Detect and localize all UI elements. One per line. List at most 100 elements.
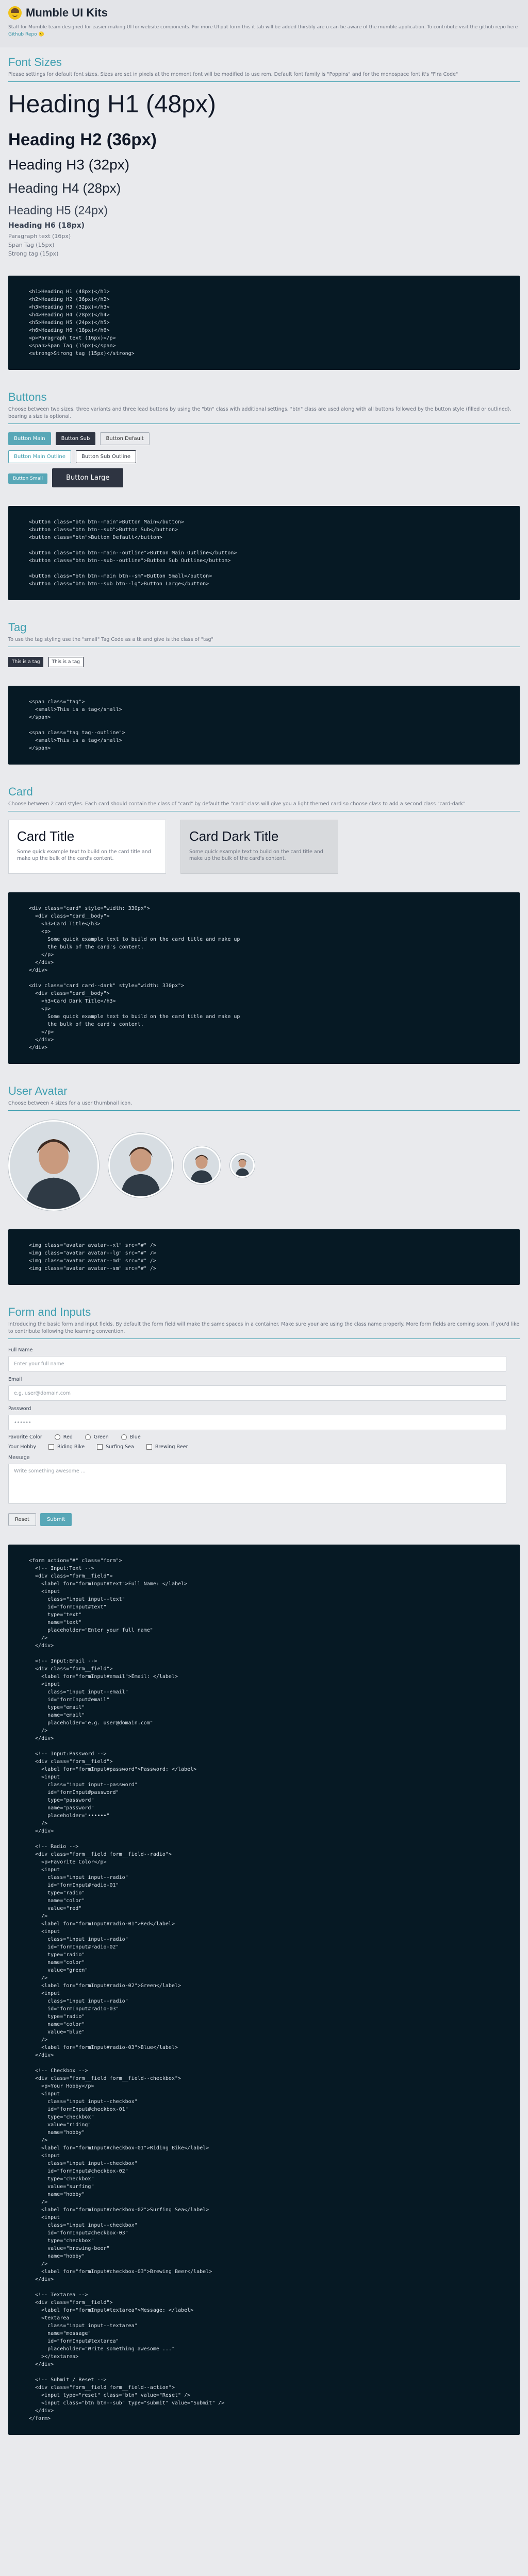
forms-title: Form and Inputs [8,1306,91,1318]
message-label: Message [8,1455,30,1461]
name-input[interactable]: Enter your full name [8,1356,506,1371]
sample-h1: Heading H1 (48px) [8,91,216,118]
button-row-outline: Button Main Outline Button Sub Outline [8,450,520,463]
card-light: Card Title Some quick example text to bu… [8,820,166,874]
card-title: Card [8,785,33,798]
color-radio-group: Favorite Color Red Green Blue [8,1434,520,1440]
page: Mumble UI Kits Staff for Mumble team des… [0,0,528,2455]
checkbox-riding[interactable]: Riding Bike [48,1444,85,1450]
person-icon [10,1122,97,1209]
button-main-outline[interactable]: Button Main Outline [8,450,71,463]
font-sizes-desc: Please settings for default font sizes. … [8,72,458,77]
code-block-fonts: <h1>Heading H1 (48px)</h1> <h2>Heading H… [8,276,520,370]
avatar-lg [108,1133,173,1198]
person-icon [110,1134,172,1196]
github-link[interactable]: Github Repo [8,32,37,37]
submit-button[interactable]: Submit [40,1513,72,1526]
divider [8,81,520,82]
radio-icon[interactable] [54,1434,60,1440]
message-textarea[interactable]: Write something awesome ... [8,1464,506,1504]
reset-button[interactable]: Reset [8,1513,36,1526]
password-label: Password [8,1406,31,1412]
button-sub-outline[interactable]: Button Sub Outline [76,450,137,463]
forms-desc: Introducing the basic form and input fie… [8,1321,520,1334]
card-light-title: Card Title [17,828,75,844]
sample-h3: Heading H3 (32px) [8,157,130,173]
tag-desc: To use the tag styling use the "small" T… [8,637,213,642]
checkbox-icon[interactable] [48,1444,54,1450]
site-title: Mumble UI Kits [26,6,108,19]
email-input[interactable]: e.g. user@domain.com [8,1385,506,1401]
intro-text: Staff for Mumble team designed for easie… [8,24,519,38]
avatar-xl [8,1120,99,1211]
checkbox-brewing-label: Brewing Beer [155,1444,188,1450]
radio-icon[interactable] [121,1434,127,1440]
buttons-title: Buttons [8,391,47,403]
checkbox-brewing[interactable]: Brewing Beer [146,1444,188,1450]
button-default[interactable]: Button Default [100,432,150,445]
radio-icon[interactable] [85,1434,91,1440]
tag-outline: This is a tag [48,657,84,667]
code-buttons: <button class="btn btn--main">Button Mai… [29,519,237,587]
divider [8,1338,520,1339]
button-main[interactable]: Button Main [8,432,51,445]
sample-h4: Heading H4 (28px) [8,180,121,196]
sample-span: Span Tag (15px) [8,242,55,248]
divider [8,1110,520,1111]
logo-icon [8,6,22,20]
form-actions: Reset Submit [8,1513,520,1526]
person-icon [184,1148,219,1183]
sample-h2: Heading H2 (36px) [8,130,157,149]
button-row-main: Button Main Button Sub Button Default [8,432,520,445]
sample-h5: Heading H5 (24px) [8,204,108,217]
avatar-desc: Choose between 4 sizes for a user thumbn… [8,1100,133,1106]
email-label: Email [8,1377,22,1382]
card-dark: Card Dark Title Some quick example text … [180,820,338,874]
radio-blue[interactable]: Blue [121,1434,141,1440]
avatar-md [183,1146,221,1184]
checkbox-surfing[interactable]: Surfing Sea [97,1444,134,1450]
sample-strong: Strong tag (15px) [8,250,59,257]
tag-title: Tag [8,621,27,634]
code-block-tag: <span class="tag"> <small>This is a tag<… [8,686,520,765]
button-row-sizes: Button Small Button Large [8,468,520,487]
code-block-avatar: <img class="avatar avatar--xl" src="#" /… [8,1229,520,1285]
card-desc: Choose between 2 card styles. Each card … [8,801,466,807]
tag-row: This is a tag This is a tag [8,655,520,667]
code-avatar: <img class="avatar avatar--xl" src="#" /… [29,1243,156,1272]
header: Mumble UI Kits Staff for Mumble team des… [0,0,528,47]
smile-icon: 🙂 [38,32,44,37]
password-input[interactable]: •••••• [8,1415,506,1430]
card-dark-title: Card Dark Title [189,828,279,844]
sample-h6: Heading H6 (18px) [8,222,85,230]
divider [8,423,520,424]
button-sub[interactable]: Button Sub [55,432,96,445]
code-block-card: <div class="card" style="width: 330px"> … [8,892,520,1064]
checkbox-riding-label: Riding Bike [57,1444,85,1450]
person-icon [232,1155,253,1176]
code-card: <div class="card" style="width: 330px"> … [29,906,240,1050]
button-small[interactable]: Button Small [8,473,48,484]
hobby-label: Your Hobby [8,1444,36,1450]
radio-red-label: Red [63,1434,73,1440]
brand: Mumble UI Kits [8,6,520,20]
card-dark-text: Some quick example text to build on the … [189,849,323,861]
checkbox-icon[interactable] [146,1444,152,1450]
avatar-title: User Avatar [8,1084,68,1097]
intro-body: Staff for Mumble team designed for easie… [8,25,518,30]
code-block-form: <form action="#" class="form"> <!-- Inpu… [8,1545,520,2435]
code-block-buttons: <button class="btn btn--main">Button Mai… [8,506,520,600]
color-label: Favorite Color [8,1434,42,1440]
sample-paragraph: Paragraph text (16px) [8,233,71,240]
hobby-checkbox-group: Your Hobby Riding Bike Surfing Sea Brewi… [8,1444,520,1450]
radio-green[interactable]: Green [85,1434,109,1440]
card-row: Card Title Some quick example text to bu… [8,820,520,874]
checkbox-icon[interactable] [97,1444,103,1450]
radio-blue-label: Blue [129,1434,141,1440]
avatar-sm [230,1153,255,1178]
card-light-text: Some quick example text to build on the … [17,849,151,861]
radio-red[interactable]: Red [54,1434,73,1440]
code-tag: <span class="tag"> <small>This is a tag<… [29,699,125,751]
buttons-desc: Choose between two sizes, three variants… [8,406,512,419]
button-large[interactable]: Button Large [52,468,124,487]
